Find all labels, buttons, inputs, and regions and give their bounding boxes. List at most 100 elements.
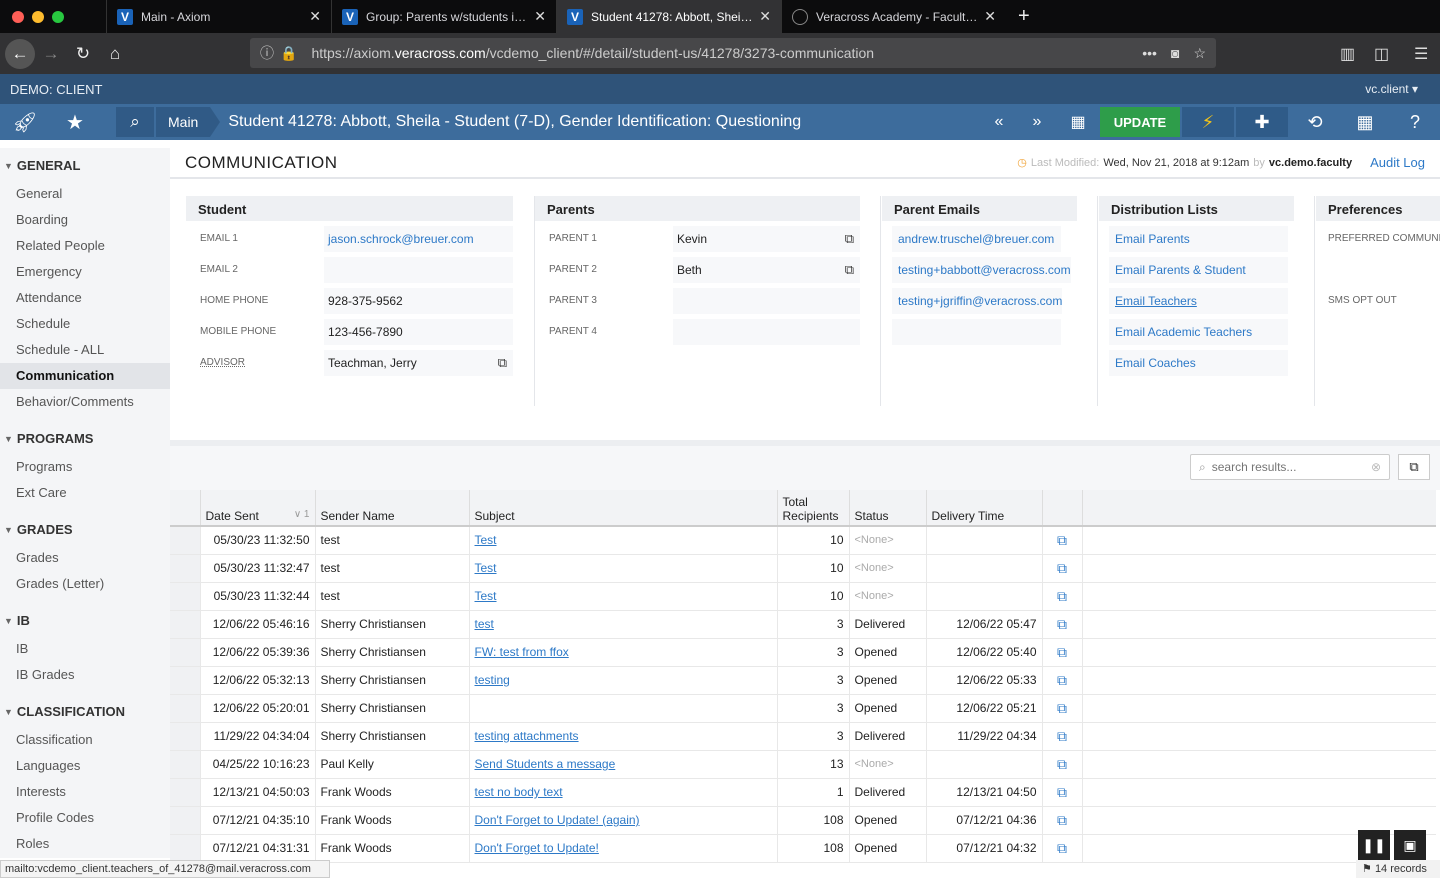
bolt-icon[interactable]: ⚡︎ (1182, 107, 1234, 137)
close-tab-icon[interactable]: ✕ (309, 8, 321, 25)
sidebar-item-ib[interactable]: IB (0, 636, 170, 662)
row-selector[interactable] (170, 526, 201, 555)
sidebar-item-attendance[interactable]: Attendance (0, 285, 170, 311)
email2-field[interactable] (324, 256, 513, 283)
sidebar-item-grades-letter[interactable]: Grades (Letter) (0, 571, 170, 597)
home-phone-field[interactable]: 928-375-9562 (324, 287, 513, 314)
table-row[interactable]: 05/30/23 11:32:44 test Test 10 <None> ⧉ (170, 582, 1436, 611)
sidebar-item-general[interactable]: General (0, 181, 170, 207)
external-link-icon[interactable]: ⧉ (845, 231, 854, 247)
pause-icon[interactable]: ❚❚ (1358, 830, 1390, 860)
new-tab-button[interactable]: + (1018, 5, 1030, 28)
sidebar-section-classification[interactable]: ▼ CLASSIFICATION (0, 694, 170, 727)
next-record-icon[interactable]: » (1018, 113, 1056, 131)
subject-link[interactable]: test (475, 617, 494, 631)
distribution-link-email-academic-teachers[interactable]: Email Academic Teachers (1109, 318, 1288, 345)
bookmark-star-icon[interactable]: ☆ (1193, 45, 1206, 62)
sidebar-item-boarding[interactable]: Boarding (0, 207, 170, 233)
parent4-field[interactable] (673, 318, 860, 345)
sidebar-item-profile-codes[interactable]: Profile Codes (0, 805, 170, 831)
external-link-icon[interactable]: ⧉ (845, 262, 854, 278)
table-row[interactable]: 12/06/22 05:32:13 Sherry Christiansen test… (170, 666, 1436, 695)
parent-email-link[interactable]: andrew.truschel@breuer.com (892, 225, 1061, 252)
previous-record-icon[interactable]: « (980, 113, 1018, 131)
open-message-icon[interactable]: ⧉ (1042, 806, 1083, 835)
search-input[interactable] (1211, 460, 1371, 474)
picture-in-picture-icon[interactable]: ▣ (1394, 830, 1426, 860)
back-button[interactable]: ← (5, 38, 35, 69)
library-icon[interactable]: ▥ (1340, 33, 1355, 74)
browser-tab-student[interactable]: V Student 41278: Abbott, Sheila - ✕ (556, 0, 781, 33)
help-icon[interactable]: ? (1390, 112, 1440, 133)
email1-field[interactable]: jason.schrock@breuer.com (324, 225, 513, 252)
subject-link[interactable]: Don't Forget to Update! (475, 841, 599, 855)
parent1-field[interactable]: Kevin ⧉ (673, 225, 860, 252)
audit-log-link[interactable]: Audit Log (1370, 155, 1425, 170)
col-sender-name[interactable]: Sender Name (315, 490, 470, 527)
table-row[interactable]: 04/25/22 10:16:23 Paul Kelly Send Students… (170, 750, 1436, 779)
info-icon[interactable]: ⓘ (260, 43, 274, 63)
grid-view-icon[interactable]: ▦ (1056, 112, 1100, 132)
open-message-icon[interactable]: ⧉ (1042, 526, 1083, 555)
star-icon[interactable]: ★ (50, 104, 100, 140)
row-selector[interactable] (170, 722, 201, 751)
sidebar-item-communication[interactable]: Communication (0, 363, 170, 389)
row-selector[interactable] (170, 666, 201, 695)
page-actions-icon[interactable]: ••• (1142, 45, 1157, 61)
user-menu[interactable]: vc.client ▾ (1365, 82, 1418, 96)
parent-email-link[interactable]: testing+babbott@veracross.com (892, 256, 1071, 283)
external-link-icon[interactable]: ⧉ (498, 355, 507, 371)
row-selector[interactable] (170, 582, 201, 611)
row-selector[interactable] (170, 554, 201, 583)
reload-button[interactable]: ↻ (67, 44, 99, 64)
home-button[interactable]: ⌂ (99, 44, 131, 64)
sidebar-item-roles[interactable]: Roles (0, 831, 170, 857)
clear-search-icon[interactable]: ⊗ (1371, 460, 1381, 474)
sidebar-item-emergency[interactable]: Emergency (0, 259, 170, 285)
sidebar-section-general[interactable]: ▼ GENERAL (0, 148, 170, 181)
minimize-window-button[interactable] (32, 10, 44, 23)
table-row[interactable]: 12/06/22 05:39:36 Sherry Christiansen FW: … (170, 638, 1436, 667)
mobile-phone-field[interactable]: 123-456-7890 (324, 318, 513, 345)
open-message-icon[interactable]: ⧉ (1042, 554, 1083, 583)
sidebar-item-grades[interactable]: Grades (0, 545, 170, 571)
search-scope[interactable]: Main (156, 107, 221, 137)
sidebar-item-classification[interactable]: Classification (0, 727, 170, 753)
url-bar[interactable]: ⓘ 🔒 https://axiom.veracross.com/vcdemo_c… (250, 38, 1216, 68)
export-button[interactable]: ⧉ (1398, 454, 1430, 480)
menu-icon[interactable]: ☰ (1414, 33, 1428, 74)
browser-tab-faculty[interactable]: Veracross Academy - Faculty L ✕ (781, 0, 1006, 33)
forward-button[interactable]: → (35, 44, 67, 64)
row-selector[interactable] (170, 806, 201, 835)
update-button[interactable]: UPDATE (1100, 107, 1180, 137)
close-tab-icon[interactable]: ✕ (534, 8, 546, 25)
parent3-field[interactable] (673, 287, 860, 314)
sidebar-item-schedule-all[interactable]: Schedule - ALL (0, 337, 170, 363)
open-message-icon[interactable]: ⧉ (1042, 750, 1083, 779)
subject-link[interactable]: testing (475, 673, 510, 687)
close-window-button[interactable] (12, 10, 24, 23)
sidebar-item-ib-grades[interactable]: IB Grades (0, 662, 170, 688)
distribution-link-email-parents[interactable]: Email Parents (1109, 225, 1288, 252)
table-row[interactable]: 12/06/22 05:46:16 Sherry Christiansen test… (170, 610, 1436, 639)
open-message-icon[interactable]: ⧉ (1042, 666, 1083, 695)
row-selector[interactable] (170, 610, 201, 639)
sidebar-section-ib[interactable]: ▼ IB (0, 603, 170, 636)
browser-tab-main[interactable]: V Main - Axiom ✕ (106, 0, 331, 33)
parent2-field[interactable]: Beth ⧉ (673, 256, 860, 283)
open-message-icon[interactable]: ⧉ (1042, 610, 1083, 639)
col-total-recipients[interactable]: Total Recipients (777, 490, 850, 527)
distribution-link-email-parents-student[interactable]: Email Parents & Student (1109, 256, 1288, 283)
col-delivery-time[interactable]: Delivery Time (926, 490, 1043, 527)
subject-link[interactable]: Test (475, 533, 497, 547)
open-message-icon[interactable]: ⧉ (1042, 694, 1083, 723)
sidebar-section-grades[interactable]: ▼ GRADES (0, 512, 170, 545)
zoom-window-button[interactable] (52, 10, 64, 23)
col-status[interactable]: Status (849, 490, 927, 527)
subject-link[interactable]: Test (475, 589, 497, 603)
search-icon[interactable]: ⌕ (116, 107, 154, 137)
distribution-link-email-teachers[interactable]: Email Teachers (1109, 287, 1288, 314)
row-selector[interactable] (170, 778, 201, 807)
rocket-icon[interactable]: 🚀︎ (0, 104, 50, 140)
sidebar-item-programs[interactable]: Programs (0, 454, 170, 480)
